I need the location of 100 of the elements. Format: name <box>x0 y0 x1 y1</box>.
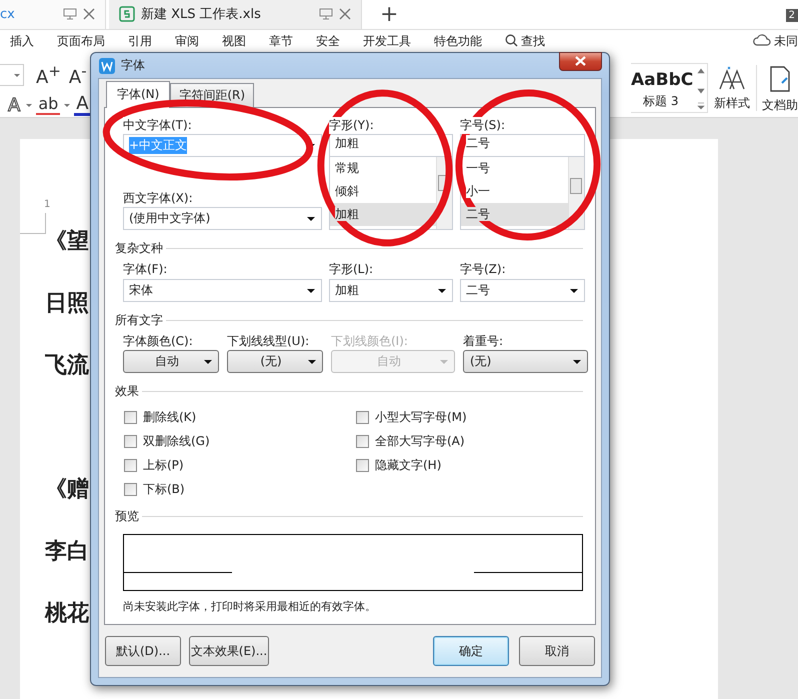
listbox[interactable]: 一号 小一 二号 <box>460 157 585 230</box>
checkbox[interactable] <box>124 482 137 496</box>
checkbox[interactable] <box>124 434 137 448</box>
menu-item[interactable]: 章节 <box>269 32 293 50</box>
menu-item[interactable]: 查找 <box>521 32 545 50</box>
checkbox[interactable] <box>356 458 369 472</box>
section-heading: 效果 <box>115 382 139 400</box>
close-icon <box>575 56 586 66</box>
monitor-icon[interactable] <box>63 8 77 20</box>
checkbox-label[interactable]: 下标(B) <box>143 480 185 498</box>
poem-line: 日照 <box>45 289 89 318</box>
shrink-font-button[interactable]: A$^{-}$ <box>66 62 89 88</box>
document-tab[interactable]: 新建 XLS 工作表.xls <box>109 0 362 29</box>
close-icon[interactable] <box>339 8 351 20</box>
caret-icon <box>307 288 315 292</box>
menu-item[interactable]: 开发工具 <box>363 32 411 50</box>
dropdown-button[interactable]: (无) <box>463 350 588 373</box>
field-label: 字号(Z): <box>460 261 507 278</box>
section-heading: 所有文字 <box>115 312 163 328</box>
menu-item[interactable]: 插入 <box>10 32 34 50</box>
poem-line: 《望 <box>45 227 89 256</box>
dropdown[interactable]: 加粗 <box>329 279 453 302</box>
caret-icon <box>573 360 581 364</box>
section-heading: 预览 <box>115 508 139 524</box>
dropdown-button[interactable]: (无) <box>227 350 323 373</box>
checkbox[interactable] <box>356 410 369 424</box>
section-heading: 复杂文种 <box>115 240 163 256</box>
field-label: 字形(Y): <box>329 117 374 134</box>
menu-item[interactable]: 安全 <box>316 32 340 50</box>
style-preview[interactable]: AaBbC <box>631 70 694 90</box>
dialog-button[interactable]: 文本效果(E)... <box>189 636 269 666</box>
checkbox-label[interactable]: 双删除线(G) <box>143 432 210 450</box>
field-label: 字体颜色(C): <box>123 333 194 350</box>
field-label: 字号(S): <box>460 117 506 134</box>
sync-status[interactable]: 未同 <box>774 32 798 50</box>
document-tab[interactable]: cx <box>0 0 106 29</box>
document-icon <box>768 65 792 93</box>
caret-icon <box>204 360 212 364</box>
dropdown[interactable]: 二号 <box>460 279 585 302</box>
poem-line: 飞流 <box>45 351 89 380</box>
new-tab-button[interactable]: + <box>380 2 398 27</box>
search-icon <box>505 34 518 47</box>
spreadsheet-icon <box>119 6 135 22</box>
document-assistant-button[interactable]: 文档助 <box>762 57 798 117</box>
caret-icon <box>438 288 446 292</box>
checkbox-label[interactable]: 全部大写字母(A) <box>375 432 465 450</box>
style-gallery[interactable]: AaBbC 标题 3 <box>631 63 708 113</box>
field-label: 着重号: <box>463 333 504 350</box>
close-icon[interactable] <box>83 8 95 20</box>
checkbox-label[interactable]: 上标(P) <box>143 456 184 474</box>
menu-item[interactable]: 视图 <box>222 32 246 50</box>
dialog-button[interactable]: 默认(D)... <box>105 636 181 666</box>
caret-icon <box>308 360 316 364</box>
new-style-button[interactable]: 新样式 <box>714 57 750 117</box>
style-name[interactable]: 标题 3 <box>643 93 678 110</box>
text-effect-button[interactable]: A <box>6 94 22 116</box>
checkbox-label[interactable]: 小型大写字母(M) <box>375 408 467 426</box>
dialog-button[interactable]: 取消 <box>519 636 595 666</box>
dialog-title: 字体 <box>121 57 145 74</box>
caret-icon <box>307 216 315 220</box>
field-label: 西文字体(X): <box>123 190 194 207</box>
font-combobox[interactable]: (使用中文字体) <box>123 207 322 230</box>
field-label: 下划线线型(U): <box>227 333 310 350</box>
field-label: 字形(L): <box>329 261 374 278</box>
count-badge: 2 <box>786 9 798 22</box>
checkbox[interactable] <box>356 434 369 448</box>
checkbox-label[interactable]: 删除线(K) <box>143 408 196 426</box>
list-item[interactable]: 加粗 <box>330 203 436 226</box>
menu-item[interactable]: 特色功能 <box>434 32 482 50</box>
field-label: 下划线颜色(I): <box>331 333 409 350</box>
highlight-button[interactable]: ab <box>36 95 60 115</box>
caret-icon[interactable] <box>26 104 32 106</box>
grow-font-button[interactable]: A$^{+}$ <box>34 62 63 88</box>
menu-item[interactable]: 引用 <box>128 32 152 50</box>
caret-icon[interactable] <box>64 104 70 106</box>
letters-icon <box>718 65 746 91</box>
caret-icon <box>440 360 448 364</box>
dialog-button[interactable]: 确定 <box>433 636 509 666</box>
menu-item[interactable]: 审阅 <box>175 32 199 50</box>
page-number: 1 <box>44 199 50 210</box>
dropdown[interactable]: 宋体 <box>123 279 322 302</box>
notice-text: 尚未安装此字体，打印时将采用最相近的有效字体。 <box>123 599 377 614</box>
poem-line: 桃花 <box>45 599 89 628</box>
field-label: 字体(F): <box>123 261 168 278</box>
close-button[interactable] <box>559 52 602 70</box>
cloud-icon[interactable] <box>753 32 771 47</box>
page-corner-mark <box>20 213 46 234</box>
poem-line: 李白 <box>45 537 89 566</box>
dropdown-button[interactable]: 自动 <box>123 350 219 373</box>
checkbox[interactable] <box>124 410 137 424</box>
caret-icon <box>570 288 578 292</box>
monitor-icon[interactable] <box>319 8 333 20</box>
menu-item[interactable]: 页面布局 <box>57 32 105 50</box>
app-logo-icon <box>99 58 115 74</box>
checkbox-label[interactable]: 隐藏文字(H) <box>375 456 442 474</box>
poem-line: 《赠 <box>45 475 89 504</box>
list-item[interactable]: 二号 <box>461 203 568 226</box>
listbox[interactable]: 常规 倾斜 加粗 <box>329 157 453 230</box>
checkbox[interactable] <box>124 458 137 472</box>
field-label: 中文字体(T): <box>123 117 192 134</box>
